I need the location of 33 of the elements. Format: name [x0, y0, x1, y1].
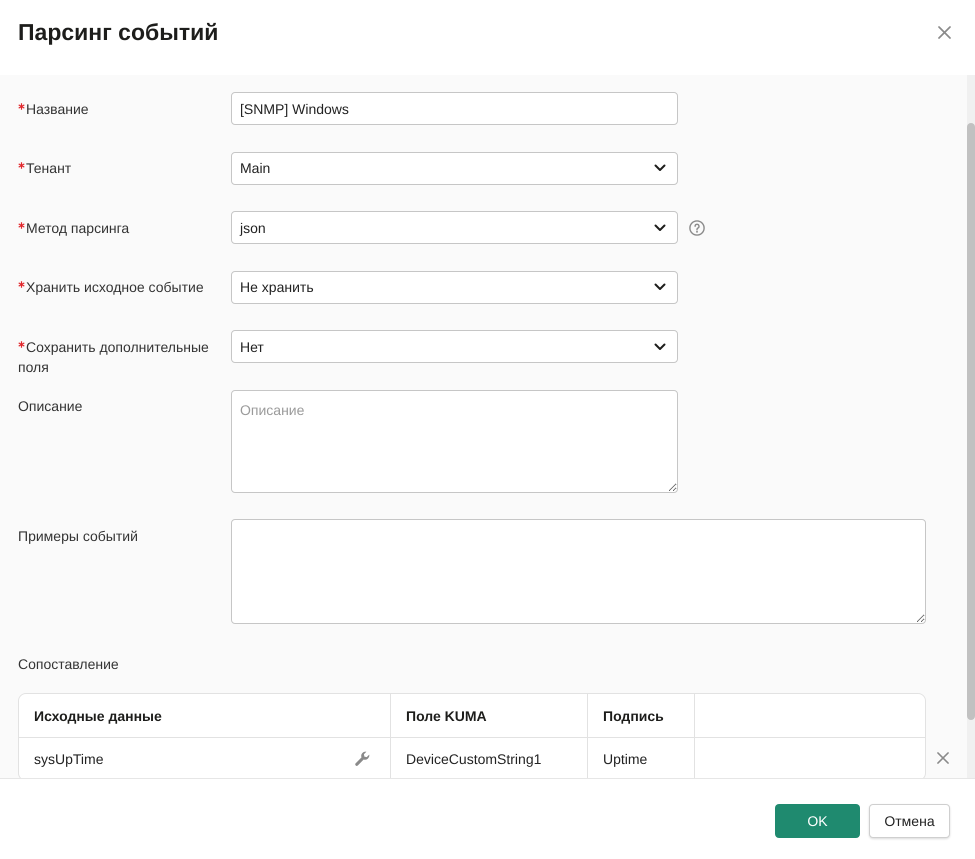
field-label: Тенант: [26, 160, 72, 176]
dropdown[interactable]: Нет: [231, 330, 678, 363]
field-label: Описание: [18, 398, 82, 414]
table-cell: Uptime: [603, 751, 648, 767]
dialog-title: Парсинг событий: [18, 18, 218, 47]
table-cell: sysUpTime: [34, 751, 104, 767]
chevron-down-icon: [654, 283, 666, 291]
chevron-down-icon: [654, 164, 666, 172]
close-icon[interactable]: [938, 26, 951, 39]
text-input[interactable]: [SNMP] Windows: [231, 92, 678, 125]
chevron-down-icon: [654, 224, 666, 232]
field-label: Метод парсинга: [26, 220, 130, 236]
field-label: Сохранить дополнительные поля: [18, 338, 209, 374]
cancel-button[interactable]: Отмена: [869, 804, 950, 838]
dropdown[interactable]: Main: [231, 152, 678, 184]
help-icon[interactable]: [689, 220, 705, 236]
text-area[interactable]: [231, 519, 926, 624]
chevron-down-icon: [654, 342, 666, 350]
close-icon[interactable]: [937, 752, 949, 764]
table-cell: DeviceCustomString1: [406, 751, 542, 767]
column-header: Исходные данные: [34, 708, 162, 724]
column-header: Подпись: [603, 708, 664, 724]
column-header: Поле KUMA: [406, 708, 487, 724]
field-label: Название: [26, 100, 89, 116]
dropdown[interactable]: json: [231, 211, 678, 244]
section-label: Сопоставление: [18, 655, 119, 674]
ok-button[interactable]: OK: [775, 804, 860, 838]
field-label: Примеры событий: [18, 528, 138, 544]
dropdown[interactable]: Не хранить: [231, 270, 678, 304]
field-label: Хранить исходное событие: [26, 279, 204, 295]
wrench-icon[interactable]: [354, 751, 370, 767]
scrollbar-thumb[interactable]: [967, 123, 975, 720]
text-area[interactable]: Описание: [231, 390, 678, 492]
